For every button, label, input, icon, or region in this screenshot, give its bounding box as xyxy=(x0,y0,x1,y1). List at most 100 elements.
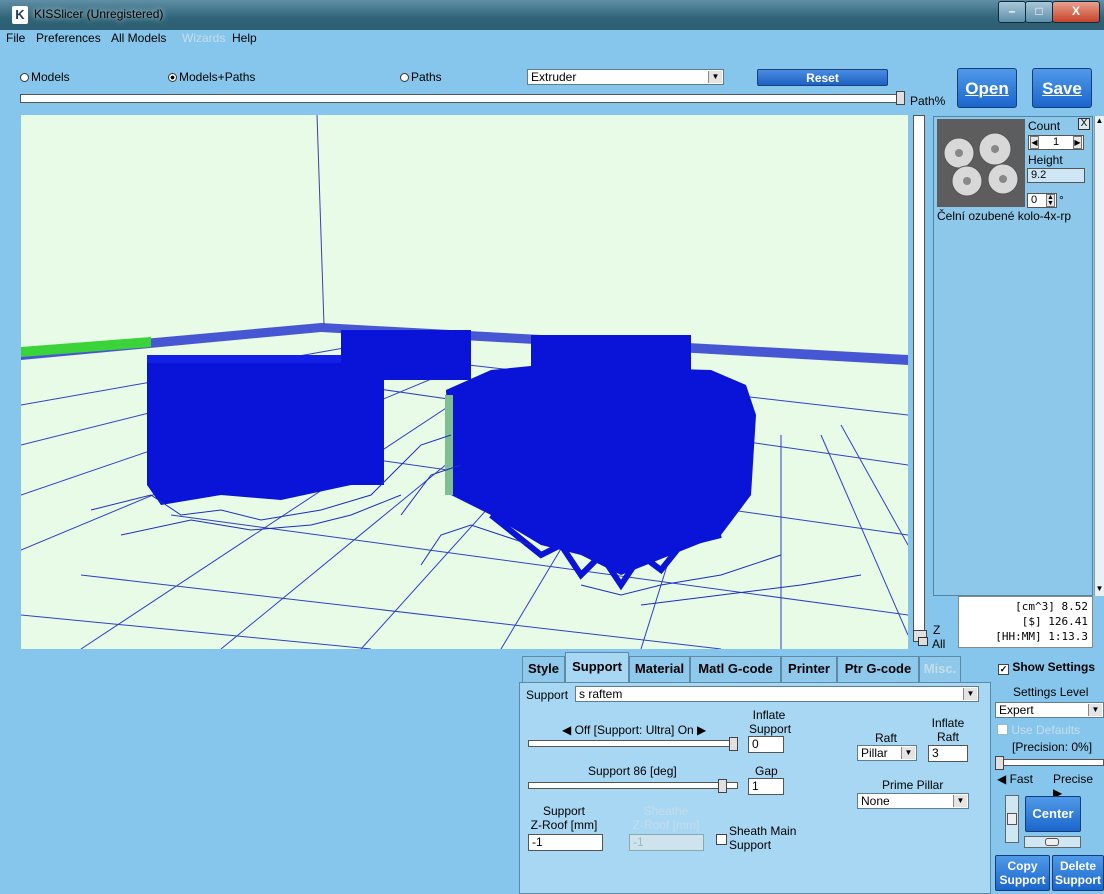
height-field[interactable]: 9.2 xyxy=(1027,168,1085,183)
radio-dot-selected xyxy=(168,73,177,82)
copy-support-button[interactable]: Copy Support xyxy=(995,855,1050,891)
scroll-down-arrow-icon[interactable]: ▼ xyxy=(1095,584,1104,594)
sheath-main-support-checkbox[interactable] xyxy=(716,834,727,845)
scroll-up-arrow-icon[interactable]: ▲ xyxy=(1095,116,1104,126)
tab-printer[interactable]: Printer xyxy=(781,656,837,682)
precision-slider-thumb[interactable] xyxy=(995,756,1004,770)
show-settings-toggle[interactable]: ✓ Show Settings xyxy=(998,660,1095,675)
chevron-down-icon: ▼ xyxy=(953,795,967,807)
sheathe-z-roof-label: Sheathe Z-Roof [mm] xyxy=(632,804,700,832)
extruder-select[interactable]: Extruder ▼ xyxy=(527,69,724,85)
inflate-support-label: Inflate Support xyxy=(749,708,792,736)
stat-volume: [cm^3] 8.52 xyxy=(1015,600,1088,613)
rotation-value: 0 xyxy=(1031,194,1038,206)
support-angle-label: Support 86 [deg] xyxy=(588,764,677,778)
support-level-slider[interactable] xyxy=(528,740,738,747)
z-slider[interactable] xyxy=(913,115,925,635)
radio-paths-label: Paths xyxy=(411,70,442,84)
inflate-support-input[interactable]: 0 xyxy=(748,736,784,753)
open-button[interactable]: Open xyxy=(957,68,1017,108)
menu-file[interactable]: File xyxy=(6,31,25,45)
gap-input[interactable]: 1 xyxy=(748,778,784,795)
inflate-raft-input[interactable]: 3 xyxy=(928,745,968,762)
rotation-spin-icon[interactable]: ▲ ▼ xyxy=(1046,194,1055,207)
window-title: KISSlicer (Unregistered) xyxy=(34,7,164,21)
support-profile-value: s raftem xyxy=(579,687,623,701)
model-right-gear xyxy=(445,335,756,591)
support-z-roof-label: Support Z-Roof [mm] xyxy=(530,804,598,832)
precision-slider[interactable] xyxy=(996,759,1104,766)
sheathe-z-roof-input: -1 xyxy=(629,834,704,851)
support-z-roof-input[interactable]: -1 xyxy=(528,834,603,851)
radio-dot xyxy=(400,73,409,82)
horizontal-nudge-slider[interactable] xyxy=(1024,836,1081,848)
radio-models[interactable]: Models xyxy=(20,70,70,84)
center-button[interactable]: Center xyxy=(1025,796,1081,832)
raft-label: Raft xyxy=(875,731,898,745)
menu-all-models[interactable]: All Models xyxy=(111,31,166,45)
tab-style[interactable]: Style xyxy=(522,656,565,682)
maximize-button[interactable]: □ xyxy=(1025,1,1053,23)
tab-ptr-gcode[interactable]: Ptr G-code xyxy=(837,656,919,682)
use-defaults-label: Use Defaults xyxy=(1011,723,1081,737)
horizontal-nudge-thumb[interactable] xyxy=(1045,838,1059,846)
support-angle-slider[interactable] xyxy=(528,782,738,789)
support-level-label: ◀ Off [Support: Ultra] On ▶ xyxy=(562,723,707,737)
inflate-raft-label: Inflate Raft xyxy=(931,716,965,744)
prime-pillar-select[interactable]: None ▼ xyxy=(857,793,969,809)
vertical-nudge-slider[interactable] xyxy=(1005,795,1019,843)
support-profile-select[interactable]: s raftem ▼ xyxy=(575,686,979,702)
gears-icon xyxy=(937,119,1025,207)
support-level-slider-thumb[interactable] xyxy=(729,737,738,751)
settings-level-label: Settings Level xyxy=(1013,685,1089,699)
raft-select[interactable]: Pillar ▼ xyxy=(857,745,917,761)
model-thumbnail[interactable] xyxy=(937,119,1025,207)
menu-help[interactable]: Help xyxy=(232,31,257,45)
count-stepper[interactable]: ◀ 1 ▶ xyxy=(1028,135,1084,150)
tab-support[interactable]: Support xyxy=(565,652,629,682)
rotation-unit: ° xyxy=(1059,193,1064,207)
count-label: Count xyxy=(1028,119,1061,133)
close-button[interactable]: X xyxy=(1052,1,1100,23)
radio-models-paths-label: Models+Paths xyxy=(179,70,256,84)
settings-level-select[interactable]: Expert ▼ xyxy=(995,702,1104,718)
count-increase-arrow-icon[interactable]: ▶ xyxy=(1073,136,1082,149)
delete-support-button[interactable]: Delete Support xyxy=(1052,855,1104,891)
count-decrease-arrow-icon[interactable]: ◀ xyxy=(1030,136,1039,149)
precision-label: [Precision: 0%] xyxy=(1012,740,1093,754)
tab-matl-gcode[interactable]: Matl G-code xyxy=(690,656,781,682)
z-all-toggle[interactable] xyxy=(918,637,928,646)
z-label: Z xyxy=(933,623,941,637)
toolpath-render xyxy=(21,115,908,649)
path-percent-slider-thumb[interactable] xyxy=(896,91,905,105)
tab-material[interactable]: Material xyxy=(629,656,690,682)
radio-paths[interactable]: Paths xyxy=(400,70,442,84)
model-panel-scrollbar[interactable]: ▲ ▼ xyxy=(1094,116,1104,596)
stat-time: [HH:MM] 1:13.3 xyxy=(995,630,1088,643)
tab-misc: Misc. xyxy=(919,656,961,682)
path-percent-slider[interactable] xyxy=(20,94,903,103)
support-angle-slider-thumb[interactable] xyxy=(718,779,727,793)
stats-readout: [cm^3] 8.52 [$] 126.41 [HH:MM] 1:13.3 xyxy=(958,596,1093,648)
show-settings-label: Show Settings xyxy=(1012,660,1096,674)
model-left-block xyxy=(147,330,471,505)
vertical-nudge-thumb[interactable] xyxy=(1007,813,1017,825)
radio-models-paths[interactable]: Models+Paths xyxy=(168,70,255,84)
reset-button[interactable]: Reset xyxy=(757,69,888,86)
minimize-button[interactable]: – xyxy=(998,1,1026,23)
title-bar: K KISSlicer (Unregistered) – □ X xyxy=(0,0,1104,30)
radio-dot xyxy=(20,73,29,82)
show-settings-checkbox[interactable]: ✓ xyxy=(998,664,1009,675)
chevron-down-icon: ▼ xyxy=(708,71,722,83)
prime-pillar-label: Prime Pillar xyxy=(882,778,944,792)
chevron-down-icon: ▼ xyxy=(963,688,977,700)
rotation-field[interactable]: 0 ▲ ▼ xyxy=(1027,193,1057,208)
kisslicer-app-icon[interactable]: K xyxy=(12,6,28,24)
menu-preferences[interactable]: Preferences xyxy=(36,31,101,45)
remove-model-button[interactable]: X xyxy=(1078,118,1090,130)
save-button[interactable]: Save xyxy=(1032,68,1092,108)
3d-viewport[interactable] xyxy=(21,115,908,649)
chevron-down-icon: ▼ xyxy=(1088,704,1102,716)
radio-models-label: Models xyxy=(31,70,70,84)
gap-label: Gap xyxy=(755,764,778,778)
